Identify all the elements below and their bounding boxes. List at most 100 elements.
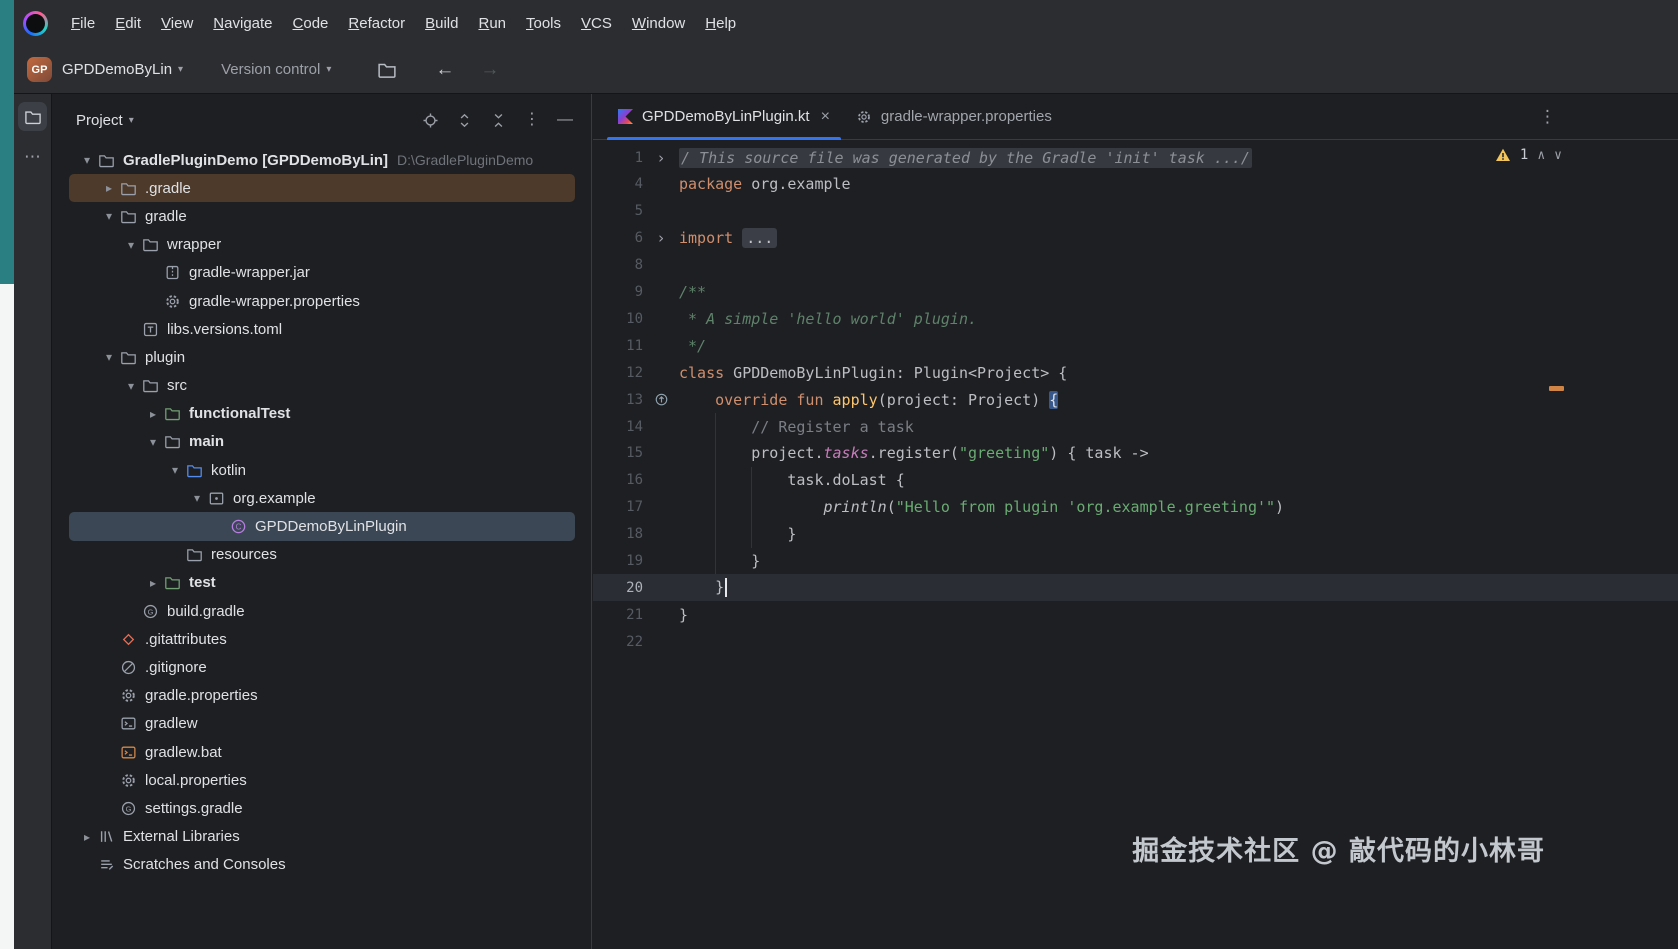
menu-item-window[interactable]: Window (622, 10, 695, 37)
collapse-all-icon[interactable] (490, 112, 507, 129)
vcs-switcher[interactable]: Version control (221, 61, 320, 78)
project-switcher[interactable]: GPDDemoByLin (62, 61, 172, 78)
fold-arrow-icon[interactable]: › (656, 149, 665, 167)
menu-items: FileEditViewNavigateCodeRefactorBuildRun… (61, 10, 746, 37)
project-panel-title[interactable]: Project (76, 112, 123, 129)
project-tree: ▾GradlePluginDemo [GPDDemoByLin]D:\Gradl… (52, 146, 590, 949)
gear-icon (164, 293, 181, 310)
menu-item-build[interactable]: Build (415, 10, 468, 37)
back-button[interactable]: ← (435, 59, 454, 81)
code-line-21[interactable]: 21} (593, 601, 1678, 628)
code-line-6[interactable]: 6›import ... (593, 225, 1678, 252)
tree-item-org-example[interactable]: ▾org.example (69, 484, 575, 512)
menu-item-view[interactable]: View (151, 10, 203, 37)
fold-arrow-icon[interactable]: › (656, 229, 665, 247)
tree-item-scratches-and-consoles[interactable]: Scratches and Consoles (69, 851, 575, 879)
code-line-22[interactable]: 22 (593, 628, 1678, 655)
tree-item-plugin[interactable]: ▾plugin (69, 343, 575, 371)
tree-item-kotlin[interactable]: ▾kotlin (69, 456, 575, 484)
project-badge-icon[interactable]: GP (27, 57, 52, 82)
code-line-1[interactable]: 1›/ This source file was generated by th… (593, 144, 1678, 171)
tree-item-gpddemobylinplugin[interactable]: GPDDemoByLinPlugin (69, 512, 575, 540)
close-tab-icon[interactable]: × (821, 108, 830, 126)
chevron-right-icon[interactable]: ▸ (98, 181, 120, 195)
options-kebab-icon[interactable]: ⋮ (524, 112, 540, 128)
code-line-13[interactable]: 13 override fun apply(project: Project) … (593, 386, 1678, 413)
overriding-method-icon[interactable] (654, 392, 669, 407)
chevron-down-icon[interactable]: ▾ (98, 350, 120, 364)
menu-item-run[interactable]: Run (468, 10, 516, 37)
tree-item-build-gradle[interactable]: build.gradle (69, 597, 575, 625)
chevron-down-icon[interactable]: ▾ (164, 463, 186, 477)
editor-tabs-more-icon[interactable]: ⋮ (1539, 108, 1556, 125)
menu-item-edit[interactable]: Edit (105, 10, 151, 37)
tree-item-gradle-properties[interactable]: gradle.properties (69, 682, 575, 710)
tree-item-gradle[interactable]: ▾gradle (69, 202, 575, 230)
tree-item-settings-gradle[interactable]: settings.gradle (69, 794, 575, 822)
tree-item-wrapper[interactable]: ▾wrapper (69, 231, 575, 259)
tree-item-resources[interactable]: resources (69, 541, 575, 569)
menu-item-refactor[interactable]: Refactor (338, 10, 415, 37)
tree-item-gradlew[interactable]: gradlew (69, 710, 575, 738)
expand-all-icon[interactable] (456, 112, 473, 129)
forward-button[interactable]: → (480, 59, 499, 81)
tree-item-src[interactable]: ▾src (69, 372, 575, 400)
tree-item-gitattributes[interactable]: .gitattributes (69, 625, 575, 653)
code-line-20[interactable]: 20 } (593, 574, 1678, 601)
tree-item-local-properties[interactable]: local.properties (69, 766, 575, 794)
chevron-down-icon[interactable]: ▾ (76, 153, 98, 167)
menu-item-tools[interactable]: Tools (516, 10, 571, 37)
tree-item-label: main (189, 433, 224, 450)
code-line-11[interactable]: 11 */ (593, 332, 1678, 359)
open-folder-icon[interactable] (377, 60, 397, 80)
code-line-16[interactable]: 16 task.doLast { (593, 467, 1678, 494)
tree-item-label: build.gradle (167, 603, 245, 620)
menu-item-navigate[interactable]: Navigate (203, 10, 282, 37)
menu-item-vcs[interactable]: VCS (571, 10, 622, 37)
chevron-down-icon[interactable]: ▾ (120, 238, 142, 252)
tree-item-label: functionalTest (189, 405, 290, 422)
chevron-down-icon[interactable]: ▾ (142, 435, 164, 449)
code-line-12[interactable]: 12class GPDDemoByLinPlugin: Plugin<Proje… (593, 359, 1678, 386)
tree-item-gitignore[interactable]: .gitignore (69, 653, 575, 681)
line-number: 20 (593, 580, 643, 596)
code-line-14[interactable]: 14 // Register a task (593, 413, 1678, 440)
tree-item-gradle[interactable]: ▸.gradle (69, 174, 575, 202)
menu-item-code[interactable]: Code (283, 10, 339, 37)
chevron-down-icon[interactable]: ▾ (120, 379, 142, 393)
tree-item-gradleplugindemo-gpddemobylin[interactable]: ▾GradlePluginDemo [GPDDemoByLin]D:\Gradl… (69, 146, 575, 174)
tree-item-gradle-wrapper-properties[interactable]: gradle-wrapper.properties (69, 287, 575, 315)
tree-item-external-libraries[interactable]: ▸External Libraries (69, 823, 575, 851)
chevron-right-icon[interactable]: ▸ (142, 576, 164, 590)
code-text: package org.example (679, 175, 851, 193)
code-line-18[interactable]: 18 } (593, 521, 1678, 548)
code-line-19[interactable]: 19 } (593, 548, 1678, 575)
chevron-right-icon[interactable]: ▸ (76, 830, 98, 844)
chevron-right-icon[interactable]: ▸ (142, 407, 164, 421)
tab-gpddemobylinplugin-kt[interactable]: GPDDemoByLinPlugin.kt × (605, 94, 843, 140)
tree-item-libs-versions-toml[interactable]: libs.versions.toml (69, 315, 575, 343)
more-tool-windows-button[interactable]: ⋯ (18, 142, 47, 171)
tree-item-main[interactable]: ▾ main (69, 428, 575, 456)
hide-panel-icon[interactable]: — (557, 112, 573, 128)
chevron-down-icon[interactable]: ▾ (98, 209, 120, 223)
code-editor[interactable]: 1 ∧ ∨ 1›/ This source file was generated… (593, 140, 1678, 949)
tree-item-gradle-wrapper-jar[interactable]: gradle-wrapper.jar (69, 259, 575, 287)
tree-item-test[interactable]: ▸test (69, 569, 575, 597)
tab-gradle-wrapper-properties[interactable]: gradle-wrapper.properties (843, 94, 1065, 140)
menu-item-file[interactable]: File (61, 10, 105, 37)
app-logo-icon[interactable] (23, 11, 48, 36)
code-line-15[interactable]: 15 project.tasks.register("greeting") { … (593, 440, 1678, 467)
code-line-9[interactable]: 9/** (593, 279, 1678, 306)
code-line-17[interactable]: 17 println("Hello from plugin 'org.examp… (593, 494, 1678, 521)
chevron-down-icon[interactable]: ▾ (186, 491, 208, 505)
project-tool-window-button[interactable] (18, 102, 47, 131)
tree-item-functionaltest[interactable]: ▸ functionalTest (69, 400, 575, 428)
code-line-4[interactable]: 4package org.example (593, 171, 1678, 198)
code-line-8[interactable]: 8 (593, 252, 1678, 279)
code-line-10[interactable]: 10 * A simple 'hello world' plugin. (593, 305, 1678, 332)
locate-file-icon[interactable] (422, 112, 439, 129)
menu-item-help[interactable]: Help (695, 10, 746, 37)
code-line-5[interactable]: 5 (593, 198, 1678, 225)
tree-item-gradlew-bat[interactable]: gradlew.bat (69, 738, 575, 766)
